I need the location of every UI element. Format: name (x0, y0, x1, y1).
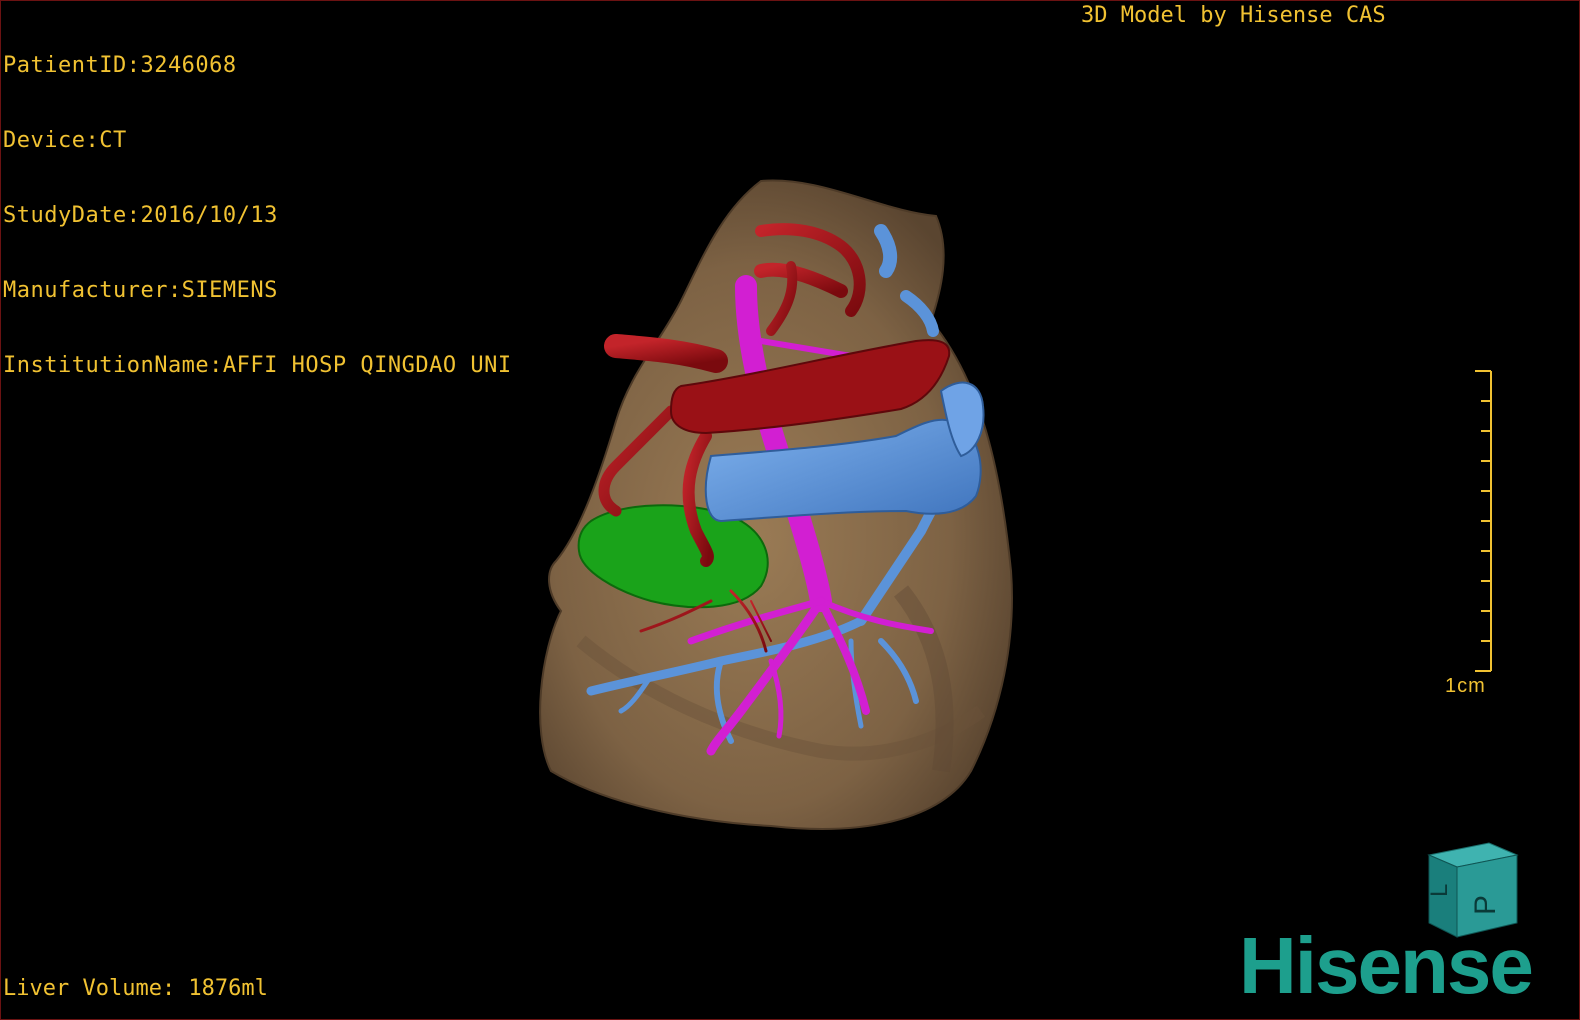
liver-3d-model[interactable] (521, 171, 1041, 851)
patient-id-text: PatientID:3246068 (3, 53, 237, 78)
manufacturer-text: Manufacturer:SIEMENS (3, 278, 278, 303)
study-date-text: StudyDate:2016/10/13 (3, 203, 278, 228)
scale-label: 1cm (1445, 675, 1486, 697)
liver-volume-text: Liver Volume: 1876ml (3, 976, 268, 1001)
cube-face-front: P (1469, 895, 1502, 915)
scale-bar (1475, 370, 1492, 672)
cube-face-left: L (1426, 884, 1453, 897)
dicom-info-overlay: PatientID:3246068 Device:CT StudyDate:20… (3, 3, 512, 428)
model-credit-text: 3D Model by Hisense CAS (1081, 3, 1386, 28)
3d-viewport[interactable]: PatientID:3246068 Device:CT StudyDate:20… (0, 0, 1580, 1020)
institution-text: InstitutionName:AFFI HOSP QINGDAO UNI (3, 353, 512, 378)
device-text: Device:CT (3, 128, 127, 153)
hisense-logo: Hisense (1239, 921, 1534, 1010)
